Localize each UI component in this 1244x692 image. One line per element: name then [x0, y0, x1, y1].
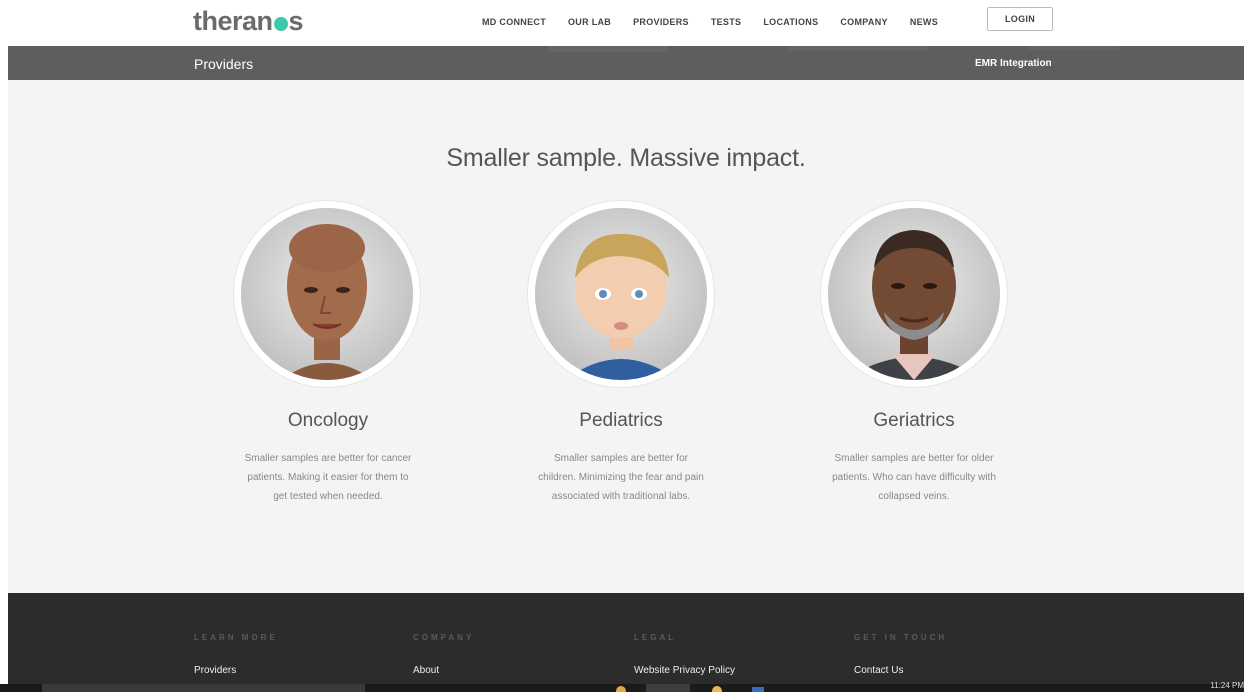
desc-line: associated with traditional labs. [551, 491, 691, 502]
logo-text-right: s [288, 6, 304, 36]
main-content: Smaller sample. Massive impact. Oncology… [8, 80, 1244, 593]
oncology-portrait [234, 201, 420, 387]
category-desc-geriatrics: Smaller samples are better for older pat… [794, 449, 1034, 506]
footer-column-company: COMPANY About [413, 633, 474, 676]
main-nav: MD CONNECT OUR LAB PROVIDERS TESTS LOCAT… [482, 17, 960, 27]
man-portrait-image [828, 208, 1000, 380]
section-title: Providers [194, 56, 254, 72]
os-taskbar: 11:24 PM [0, 681, 1244, 692]
theranos-logo[interactable]: theran s [193, 6, 304, 37]
desc-line: children. Minimizing the fear and pain [538, 472, 704, 483]
nav-our-lab[interactable]: OUR LAB [568, 17, 611, 27]
taskbar-app-icon[interactable] [616, 686, 626, 692]
site-header: theran s MD CONNECT OUR LAB PROVIDERS TES… [0, 0, 1244, 46]
pediatrics-portrait [528, 201, 714, 387]
logo-text-left: theran [193, 6, 273, 36]
footer-link-about[interactable]: About [413, 665, 474, 676]
emr-integration-link[interactable]: EMR Integration [975, 58, 1052, 69]
nav-company[interactable]: COMPANY [840, 17, 887, 27]
category-title-geriatrics: Geriatrics [873, 410, 955, 431]
footer-heading: GET IN TOUCH [854, 633, 948, 642]
taskbar-search-box[interactable] [42, 684, 365, 692]
desc-line: collapsed veins. [878, 491, 950, 502]
banner-image-strip [548, 46, 668, 52]
site-footer: LEARN MORE Providers COMPANY About LEGAL… [8, 593, 1244, 684]
desc-line: Smaller samples are better for cancer [244, 453, 412, 464]
taskbar-app-icon[interactable] [752, 687, 764, 692]
desc-line: patients. Who can have difficulty with [832, 472, 996, 483]
desc-line: Smaller samples are better for older [834, 453, 994, 464]
logo-dot-icon [273, 17, 288, 31]
footer-column-legal: LEGAL Website Privacy Policy [634, 633, 735, 676]
desc-line: get tested when needed. [273, 491, 383, 502]
banner-image-strip [788, 46, 928, 51]
category-desc-pediatrics: Smaller samples are better for children.… [501, 449, 741, 506]
child-portrait-image [535, 208, 707, 380]
category-title-oncology: Oncology [287, 410, 369, 431]
geriatrics-portrait [821, 201, 1007, 387]
category-title-pediatrics: Pediatrics [579, 410, 663, 431]
login-button[interactable]: LOGIN [987, 7, 1053, 31]
taskbar-active-app[interactable] [646, 684, 690, 692]
footer-column-learn-more: LEARN MORE Providers [194, 633, 278, 676]
footer-heading: COMPANY [413, 633, 475, 642]
footer-heading: LEARN MORE [194, 633, 278, 642]
page-headline: Smaller sample. Massive impact. [446, 144, 806, 172]
nav-providers[interactable]: PROVIDERS [633, 17, 689, 27]
footer-heading: LEGAL [634, 633, 677, 642]
nav-locations[interactable]: LOCATIONS [763, 17, 818, 27]
nav-md-connect[interactable]: MD CONNECT [482, 17, 546, 27]
taskbar-app-icon[interactable] [712, 686, 722, 692]
taskbar-clock[interactable]: 11:24 PM [1210, 681, 1244, 690]
footer-column-get-in-touch: GET IN TOUCH Contact Us [854, 633, 947, 676]
woman-portrait-image [241, 208, 413, 380]
nav-news[interactable]: NEWS [910, 17, 938, 27]
nav-tests[interactable]: TESTS [711, 17, 742, 27]
desc-line: patients. Making it easier for them to [247, 472, 409, 483]
section-bar: Providers EMR Integration [8, 46, 1244, 80]
desc-line: Smaller samples are better for [554, 453, 688, 464]
banner-image-strip [1028, 46, 1118, 50]
footer-link-privacy-policy[interactable]: Website Privacy Policy [634, 665, 735, 676]
category-desc-oncology: Smaller samples are better for cancer pa… [208, 449, 448, 506]
footer-link-contact-us[interactable]: Contact Us [854, 665, 947, 676]
footer-link-providers[interactable]: Providers [194, 665, 278, 676]
